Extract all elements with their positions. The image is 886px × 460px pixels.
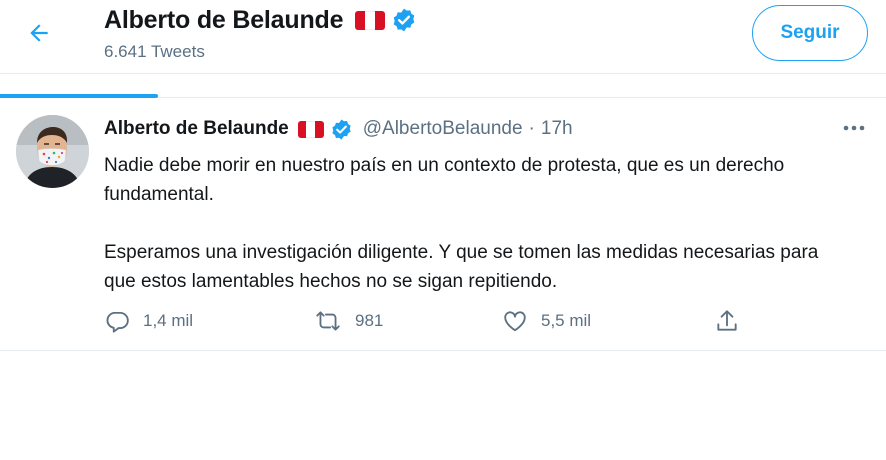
share-icon xyxy=(717,310,737,331)
verified-badge-icon xyxy=(330,118,353,141)
like-button[interactable]: 5,5 mil xyxy=(502,307,591,335)
tweet[interactable]: Alberto de Belaunde @AlbertoBelaunde · 1… xyxy=(0,98,886,351)
tweet-paragraph: Esperamos una investigación diligente. Y… xyxy=(104,242,819,292)
tweet-paragraph: Nadie debe morir en nuestro país en un c… xyxy=(104,155,785,205)
tweet-header: Alberto de Belaunde @AlbertoBelaunde · 1… xyxy=(104,116,573,142)
back-button[interactable] xyxy=(20,14,58,52)
retweet-button[interactable]: 981 xyxy=(314,307,383,335)
tweet-text: Nadie debe morir en nuestro país en un c… xyxy=(104,151,834,296)
retweet-icon xyxy=(316,311,340,331)
reply-icon xyxy=(106,311,129,333)
peru-flag-icon xyxy=(355,10,386,30)
follow-button[interactable]: Seguir xyxy=(752,5,868,61)
separator-dot: · xyxy=(528,118,535,139)
verified-badge-icon xyxy=(391,7,417,33)
peru-flag-icon xyxy=(297,120,324,138)
tweet-actions: 1,4 mil 981 5,5 mil xyxy=(104,307,744,335)
profile-header: Alberto de Belaunde 6.641 Tweets Seguir xyxy=(0,0,886,74)
retweet-count: 981 xyxy=(355,311,384,330)
share-button[interactable] xyxy=(714,307,740,335)
reply-button[interactable]: 1,4 mil xyxy=(104,307,193,335)
avatar[interactable] xyxy=(16,115,89,188)
tweet-author-handle[interactable]: @AlbertoBelaunde xyxy=(363,118,523,140)
more-options-button[interactable] xyxy=(838,116,870,140)
tweet-count: 6.641 Tweets xyxy=(104,42,205,61)
heart-icon xyxy=(504,311,526,332)
profile-name: Alberto de Belaunde xyxy=(104,5,344,34)
profile-title-row: Alberto de Belaunde xyxy=(104,5,417,35)
tweet-timestamp[interactable]: 17h xyxy=(541,118,573,140)
arrow-left-icon xyxy=(30,24,48,42)
like-count: 5,5 mil xyxy=(541,311,592,330)
reply-count: 1,4 mil xyxy=(143,311,194,330)
more-dots-icon xyxy=(843,125,865,131)
tweet-author-name[interactable]: Alberto de Belaunde xyxy=(104,118,289,140)
